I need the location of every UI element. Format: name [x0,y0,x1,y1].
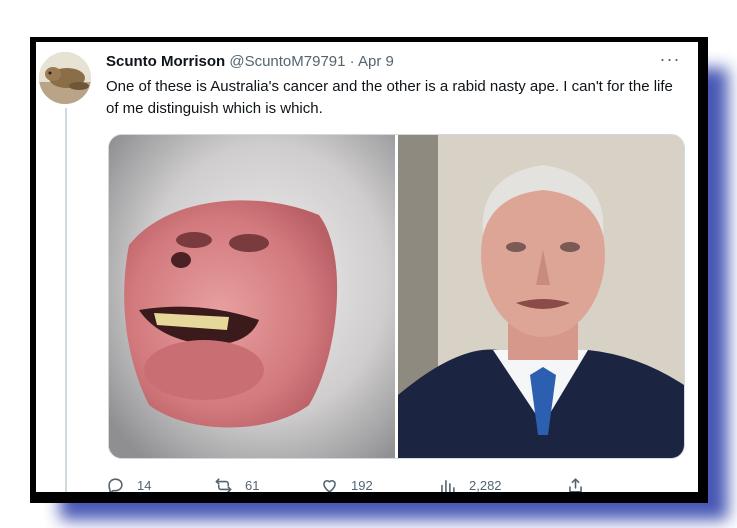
views-icon [441,479,455,492]
tweet-header: Scunto Morrison @ScuntoM79791 · Apr 9 [106,50,688,74]
view-count: 2,282 [469,477,502,493]
baboon-image[interactable] [109,135,395,458]
display-name[interactable]: Scunto Morrison [106,53,225,70]
retweet-button[interactable]: 61 [214,474,259,492]
reply-icon [108,477,123,492]
share-button[interactable] [566,474,597,492]
reply-button[interactable]: 14 [106,474,151,492]
views-button[interactable]: 2,282 [438,474,502,492]
avatar[interactable] [39,52,91,104]
reply-count: 14 [137,477,152,493]
more-icon[interactable]: ··· [658,50,682,74]
thread-line [65,108,67,492]
retweet-count: 61 [245,477,260,493]
user-handle[interactable]: @ScuntoM79791 [229,53,345,70]
tweet-card[interactable]: Scunto Morrison @ScuntoM79791 · Apr 9 ··… [36,42,698,492]
like-count: 192 [351,477,373,493]
tweet-actions: 14 61 192 2,282 [106,474,666,492]
retweet-icon [215,477,232,492]
man-image[interactable] [398,135,684,458]
tweet-date[interactable]: Apr 9 [358,53,394,70]
separator-dot: · [349,53,355,70]
like-button[interactable]: 192 [320,474,373,492]
like-icon [323,479,336,492]
tweet-text: One of these is Australia's cancer and t… [106,78,673,117]
share-icon [569,477,582,492]
tweet-media[interactable] [108,134,685,459]
